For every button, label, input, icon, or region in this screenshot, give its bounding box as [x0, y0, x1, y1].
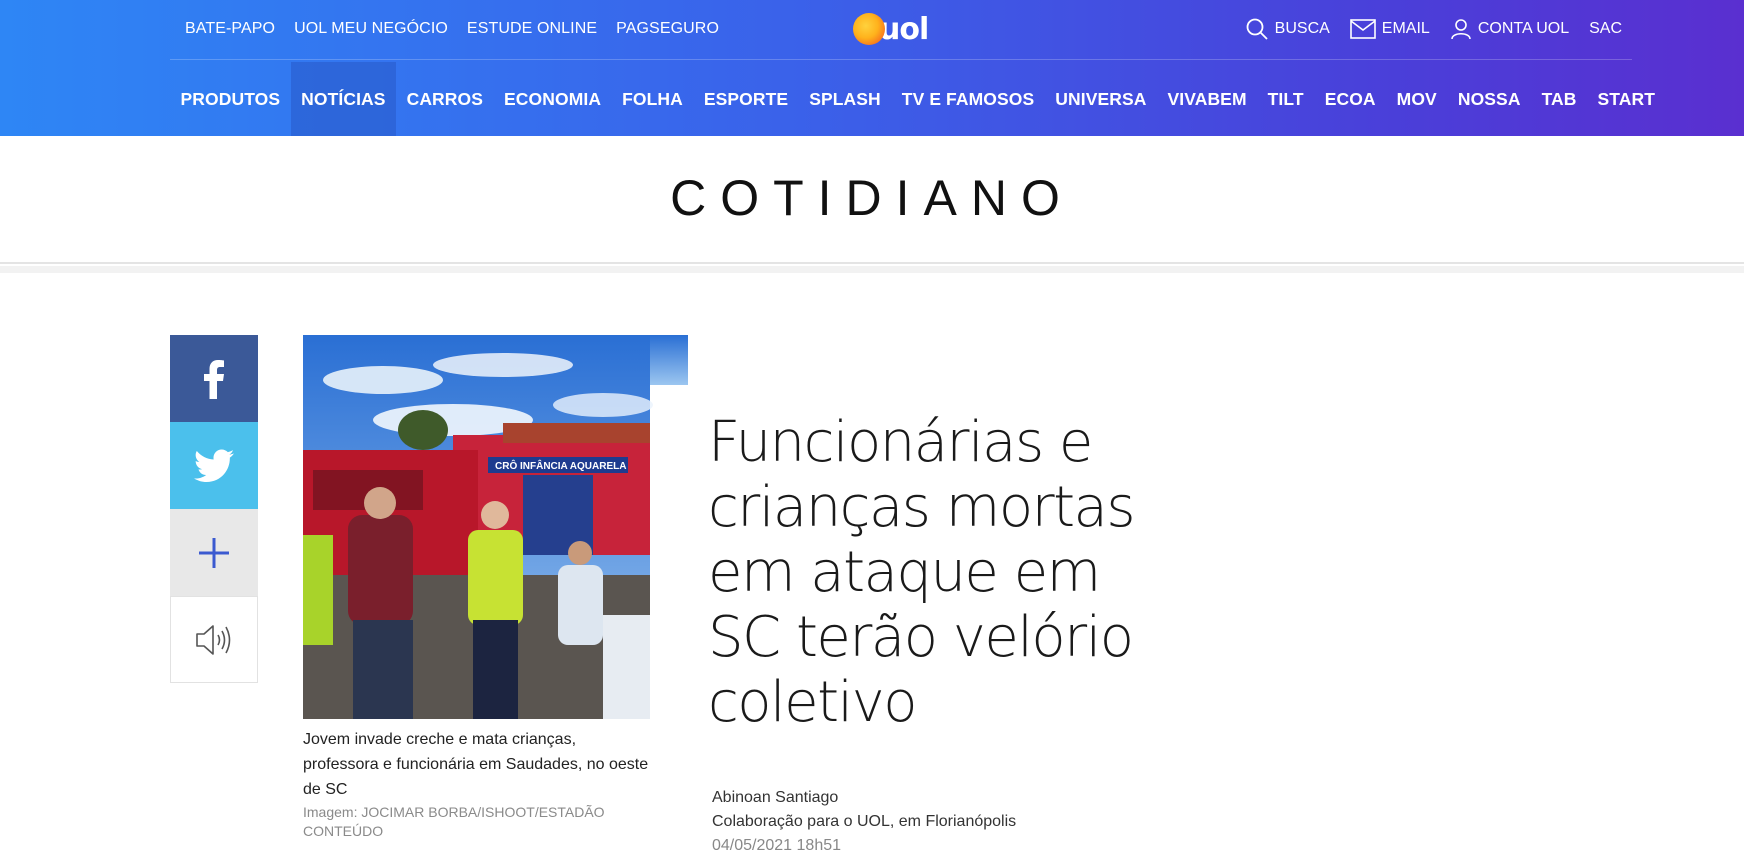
- email-label: EMAIL: [1381, 20, 1430, 37]
- share-rail: [170, 335, 258, 683]
- header-tools: BUSCA EMAIL CONTA UOL SAC: [1225, 0, 1622, 58]
- twitter-share-button[interactable]: [170, 422, 258, 509]
- nav-item-tab[interactable]: TAB: [1531, 62, 1587, 136]
- byline: Abinoan Santiago Colaboração para o UOL,…: [712, 786, 1112, 858]
- top-link-bate-papo[interactable]: BATE-PAPO: [185, 20, 275, 38]
- nav-item-folha[interactable]: FOLHA: [612, 62, 694, 136]
- more-share-button[interactable]: [170, 509, 258, 596]
- nav-item-noticias[interactable]: NOTÍCIAS: [290, 62, 397, 136]
- top-link-meu-negocio[interactable]: UOL MEU NEGÓCIO: [294, 20, 448, 38]
- listen-button[interactable]: [170, 596, 258, 683]
- image-credit: Imagem: JOCIMAR BORBA/ISHOOT/ESTADÃO CON…: [303, 804, 605, 839]
- nav-item-universa[interactable]: UNIVERSA: [1045, 62, 1157, 136]
- site-header: BATE-PAPO UOL MEU NEGÓCIO ESTUDE ONLINE …: [0, 0, 1744, 136]
- article-image[interactable]: CRÔ INFÂNCIA AQUARELA: [303, 335, 688, 719]
- plus-icon: [199, 537, 229, 568]
- nav-item-tv-e-famosos[interactable]: TV E FAMOSOS: [891, 62, 1044, 136]
- nav-item-mov[interactable]: MOV: [1386, 62, 1447, 136]
- section-header: COTIDIANO: [0, 136, 1744, 264]
- uol-logo[interactable]: uol: [853, 11, 929, 47]
- search-icon: [1246, 18, 1268, 40]
- section-divider: [0, 266, 1744, 273]
- search-button[interactable]: BUSCA: [1245, 17, 1330, 41]
- top-link-pagseguro[interactable]: PAGSEGURO: [616, 20, 719, 38]
- nav-item-splash[interactable]: SPLASH: [799, 62, 892, 136]
- image-caption: Jovem invade creche e mata crianças, pro…: [303, 731, 649, 798]
- nav-item-start[interactable]: START: [1587, 62, 1666, 136]
- author-name: Abinoan Santiago: [712, 789, 839, 806]
- nav-item-esporte[interactable]: ESPORTE: [693, 62, 798, 136]
- article-headline: Funcionárias e crianças mortas em ataque…: [708, 410, 1136, 735]
- section-title[interactable]: COTIDIANO: [0, 169, 1744, 227]
- speaker-icon: [196, 624, 231, 655]
- nav-item-produtos[interactable]: PRODUTOS: [170, 62, 291, 136]
- account-button[interactable]: CONTA UOL: [1450, 18, 1569, 40]
- top-bar: BATE-PAPO UOL MEU NEGÓCIO ESTUDE ONLINE …: [170, 0, 1632, 60]
- facebook-share-button[interactable]: [170, 335, 258, 422]
- article-photo: CRÔ INFÂNCIA AQUARELA: [303, 335, 688, 719]
- user-icon: [1451, 19, 1471, 40]
- sac-label: SAC: [1589, 20, 1622, 37]
- logo-text: uol: [879, 11, 929, 47]
- creche-sign-text: CRÔ INFÂNCIA AQUARELA: [495, 459, 626, 472]
- twitter-icon: [194, 449, 234, 482]
- publish-date: 04/05/2021 18h51: [712, 837, 842, 854]
- nav-item-tilt[interactable]: TILT: [1257, 62, 1314, 136]
- nav-item-carros[interactable]: CARROS: [396, 62, 493, 136]
- top-link-estude-online[interactable]: ESTUDE ONLINE: [467, 20, 597, 38]
- sac-link[interactable]: SAC: [1589, 20, 1622, 38]
- nav-item-economia[interactable]: ECONOMIA: [494, 62, 612, 136]
- nav-item-nossa[interactable]: NOSSA: [1447, 62, 1531, 136]
- logo-ball-icon: [853, 13, 885, 45]
- top-links: BATE-PAPO UOL MEU NEGÓCIO ESTUDE ONLINE …: [185, 0, 738, 58]
- main-nav: PRODUTOS NOTÍCIAS CARROS ECONOMIA FOLHA …: [170, 62, 1666, 136]
- nav-item-ecoa[interactable]: ECOA: [1314, 62, 1386, 136]
- author-affiliation: Colaboração para o UOL, em Florianópolis: [712, 813, 1017, 830]
- account-label: CONTA UOL: [1477, 20, 1570, 37]
- search-label: BUSCA: [1274, 20, 1330, 37]
- email-icon: [1349, 19, 1376, 39]
- email-button[interactable]: EMAIL: [1349, 19, 1430, 39]
- facebook-icon: [204, 359, 224, 399]
- nav-item-vivabem[interactable]: VIVABEM: [1157, 62, 1257, 136]
